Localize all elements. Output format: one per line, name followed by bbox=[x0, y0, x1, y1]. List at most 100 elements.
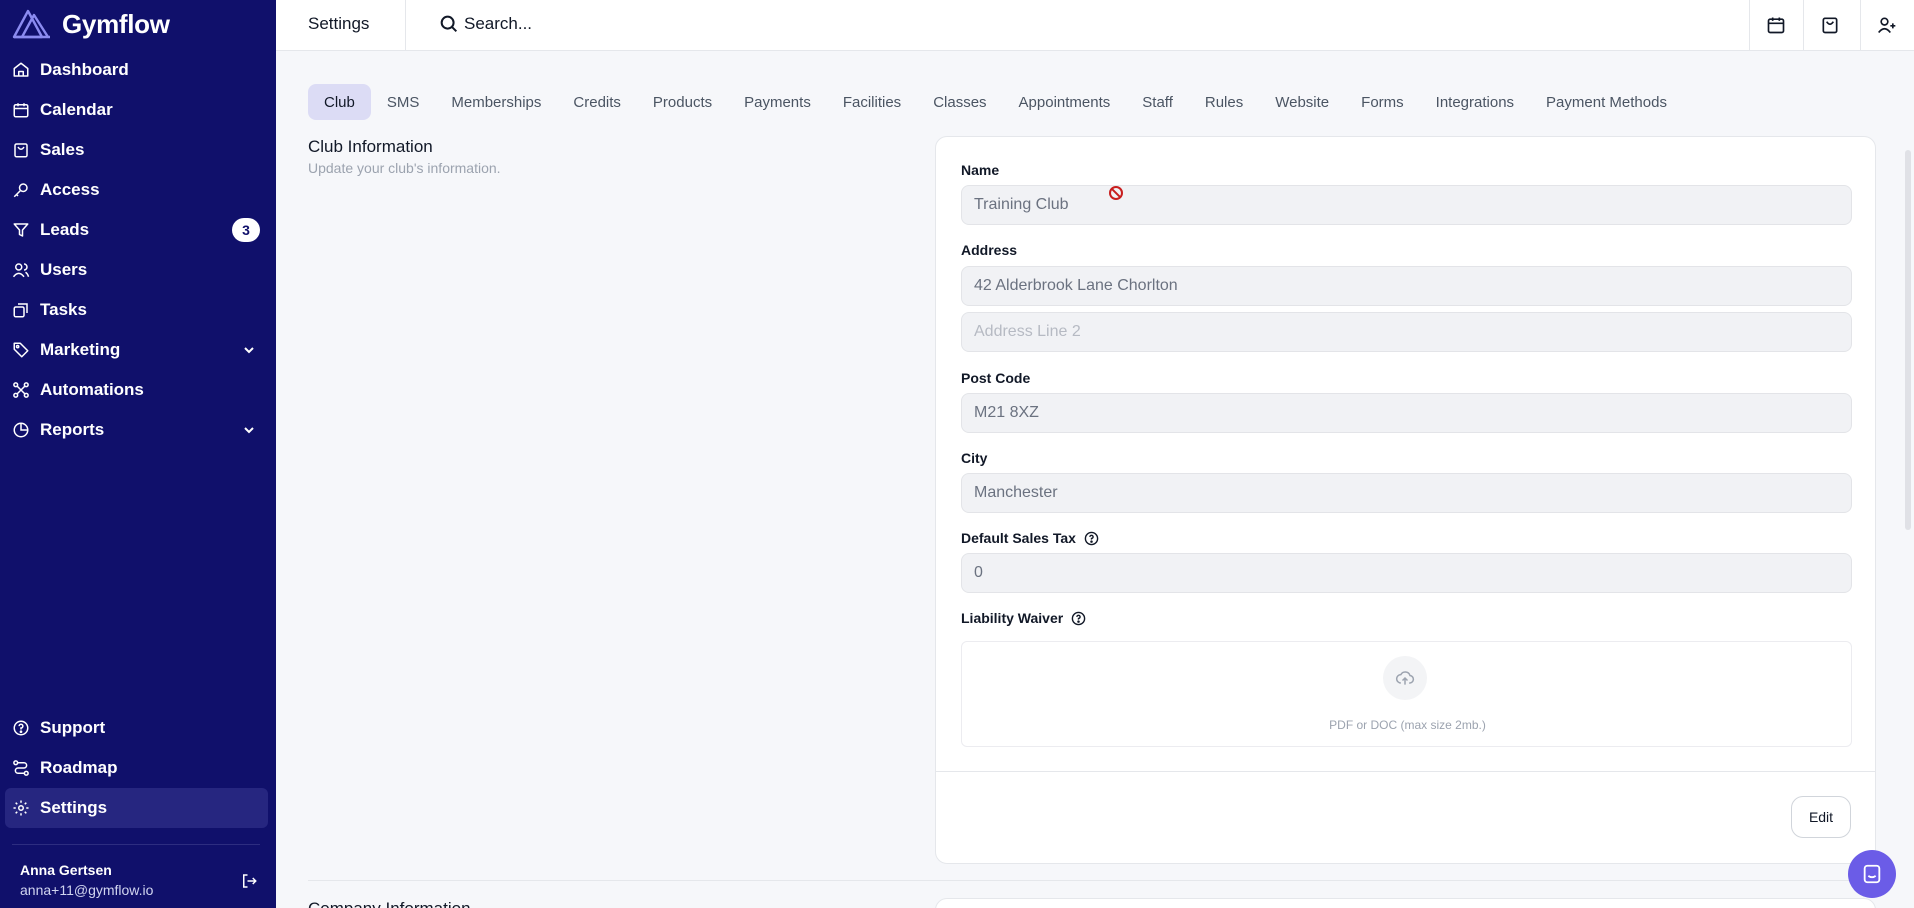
city-label: City bbox=[961, 450, 987, 466]
sidebar-item-access[interactable]: Access bbox=[0, 170, 276, 210]
sidebar-item-settings[interactable]: Settings bbox=[5, 788, 268, 828]
sidebar-item-label: Leads bbox=[40, 220, 90, 239]
chevron-down-icon[interactable] bbox=[242, 343, 256, 357]
sidebar-item-label: Reports bbox=[40, 420, 105, 439]
sidebar-item-tasks[interactable]: Tasks bbox=[0, 290, 276, 330]
sidebar-item-label: Dashboard bbox=[40, 60, 129, 79]
tab-payment-methods[interactable]: Payment Methods bbox=[1530, 84, 1683, 120]
tab-sms[interactable]: SMS bbox=[371, 84, 436, 120]
tab-staff[interactable]: Staff bbox=[1126, 84, 1189, 120]
sidebar-item-label: Users bbox=[40, 260, 88, 279]
logout-icon[interactable] bbox=[240, 872, 258, 890]
sidebar-item-automations[interactable]: Automations bbox=[0, 370, 276, 410]
sales-button[interactable] bbox=[1804, 0, 1856, 50]
tab-products[interactable]: Products bbox=[637, 84, 728, 120]
sidebar-item-dashboard[interactable]: Dashboard bbox=[0, 50, 276, 90]
postcode-label: Post Code bbox=[961, 370, 1030, 386]
sales-tax-field[interactable]: 0 bbox=[961, 553, 1852, 593]
name-field[interactable]: Training Club bbox=[961, 185, 1852, 225]
sidebar-nav: Dashboard Calendar Sales Access Leads 3 … bbox=[0, 50, 276, 450]
sidebar-item-label: Support bbox=[40, 718, 106, 737]
app-name: Gymflow bbox=[62, 8, 170, 39]
top-bar-divider bbox=[405, 0, 406, 50]
help-circle-icon bbox=[13, 720, 29, 736]
sidebar-item-label: Marketing bbox=[40, 340, 121, 359]
search-input[interactable] bbox=[464, 10, 1064, 38]
shopping-bag-icon bbox=[14, 143, 28, 158]
search-icon bbox=[440, 15, 458, 33]
settings-tabs: Club SMS Memberships Credits Products Pa… bbox=[308, 84, 1683, 120]
not-allowed-cursor-icon bbox=[1109, 186, 1123, 200]
help-circle-icon[interactable] bbox=[1084, 531, 1099, 546]
sidebar-item-roadmap[interactable]: Roadmap bbox=[0, 748, 276, 788]
cloud-upload-icon bbox=[1395, 671, 1415, 685]
edit-button[interactable]: Edit bbox=[1791, 796, 1851, 838]
sidebar-item-sales[interactable]: Sales bbox=[0, 130, 276, 170]
key-icon bbox=[13, 183, 28, 198]
sidebar-bottom-nav: Support Roadmap Settings bbox=[0, 708, 276, 828]
sidebar-item-label: Access bbox=[40, 180, 100, 199]
chat-support-button[interactable] bbox=[1848, 850, 1896, 898]
help-circle-icon[interactable] bbox=[1071, 611, 1086, 626]
tab-forms[interactable]: Forms bbox=[1345, 84, 1420, 120]
liability-waiver-upload[interactable]: PDF or DOC (max size 2mb.) bbox=[961, 641, 1852, 747]
tab-club[interactable]: Club bbox=[308, 84, 371, 120]
card-divider bbox=[936, 771, 1875, 772]
sidebar-item-label: Sales bbox=[40, 140, 85, 159]
sales-tax-label: Default Sales Tax bbox=[961, 530, 1099, 546]
sidebar-item-label: Calendar bbox=[40, 100, 113, 119]
address-line-2-field[interactable]: Address Line 2 bbox=[961, 312, 1852, 352]
sidebar-item-leads[interactable]: Leads 3 bbox=[0, 210, 276, 250]
tab-appointments[interactable]: Appointments bbox=[1003, 84, 1127, 120]
upload-hint: PDF or DOC (max size 2mb.) bbox=[1329, 718, 1486, 732]
sidebar-item-marketing[interactable]: Marketing bbox=[0, 330, 276, 370]
home-icon bbox=[13, 62, 29, 77]
add-user-button[interactable] bbox=[1861, 0, 1913, 50]
user-name: Anna Gertsen bbox=[20, 862, 112, 878]
upload-button[interactable] bbox=[1383, 656, 1427, 700]
tab-memberships[interactable]: Memberships bbox=[435, 84, 557, 120]
sidebar-item-label: Automations bbox=[40, 380, 144, 399]
automation-icon bbox=[13, 382, 29, 398]
page-title: Settings bbox=[308, 14, 370, 33]
tab-facilities[interactable]: Facilities bbox=[827, 84, 917, 120]
city-field[interactable]: Manchester bbox=[961, 473, 1852, 513]
calendar-button[interactable] bbox=[1750, 0, 1802, 50]
calendar-icon bbox=[13, 103, 29, 118]
name-label-text: Name bbox=[961, 162, 1000, 178]
tab-website[interactable]: Website bbox=[1259, 84, 1345, 120]
address-label-text: Address bbox=[961, 242, 1018, 258]
scrollbar[interactable] bbox=[1905, 150, 1911, 530]
route-icon bbox=[13, 760, 29, 776]
tab-rules[interactable]: Rules bbox=[1189, 84, 1259, 120]
sidebar-item-label: Tasks bbox=[40, 300, 87, 319]
postcode-field[interactable]: M21 8XZ bbox=[961, 393, 1852, 433]
name-label: Name bbox=[961, 162, 999, 178]
chat-icon bbox=[1863, 864, 1881, 884]
sidebar-item-users[interactable]: Users bbox=[0, 250, 276, 290]
address-line-1-field[interactable]: 42 Alderbrook Lane Chorlton bbox=[961, 266, 1852, 306]
tab-classes[interactable]: Classes bbox=[917, 84, 1002, 120]
tag-icon bbox=[13, 342, 29, 358]
company-information-title: Company Information bbox=[308, 899, 471, 908]
sidebar-item-calendar[interactable]: Calendar bbox=[0, 90, 276, 130]
section-title: Club Information bbox=[308, 137, 433, 156]
chevron-down-icon[interactable] bbox=[242, 423, 256, 437]
pie-chart-icon bbox=[13, 422, 29, 438]
club-information-card: Name Training Club Address 42 Alderbrook… bbox=[935, 136, 1876, 864]
users-icon bbox=[12, 263, 30, 278]
liability-waiver-label: Liability Waiver bbox=[961, 610, 1086, 626]
tab-integrations[interactable]: Integrations bbox=[1420, 84, 1530, 120]
section-subtitle: Update your club's information. bbox=[308, 160, 501, 176]
gear-icon bbox=[13, 800, 29, 816]
tab-payments[interactable]: Payments bbox=[728, 84, 827, 120]
address-label: Address bbox=[961, 242, 1017, 258]
tasks-icon bbox=[13, 303, 28, 318]
sidebar-item-support[interactable]: Support bbox=[0, 708, 276, 748]
tab-credits[interactable]: Credits bbox=[557, 84, 637, 120]
liability-waiver-label-text: Liability Waiver bbox=[961, 610, 1064, 626]
brand[interactable]: Gymflow bbox=[12, 6, 170, 42]
funnel-icon bbox=[13, 223, 29, 237]
sidebar-item-reports[interactable]: Reports bbox=[0, 410, 276, 450]
shopping-bag-icon bbox=[1822, 17, 1838, 34]
